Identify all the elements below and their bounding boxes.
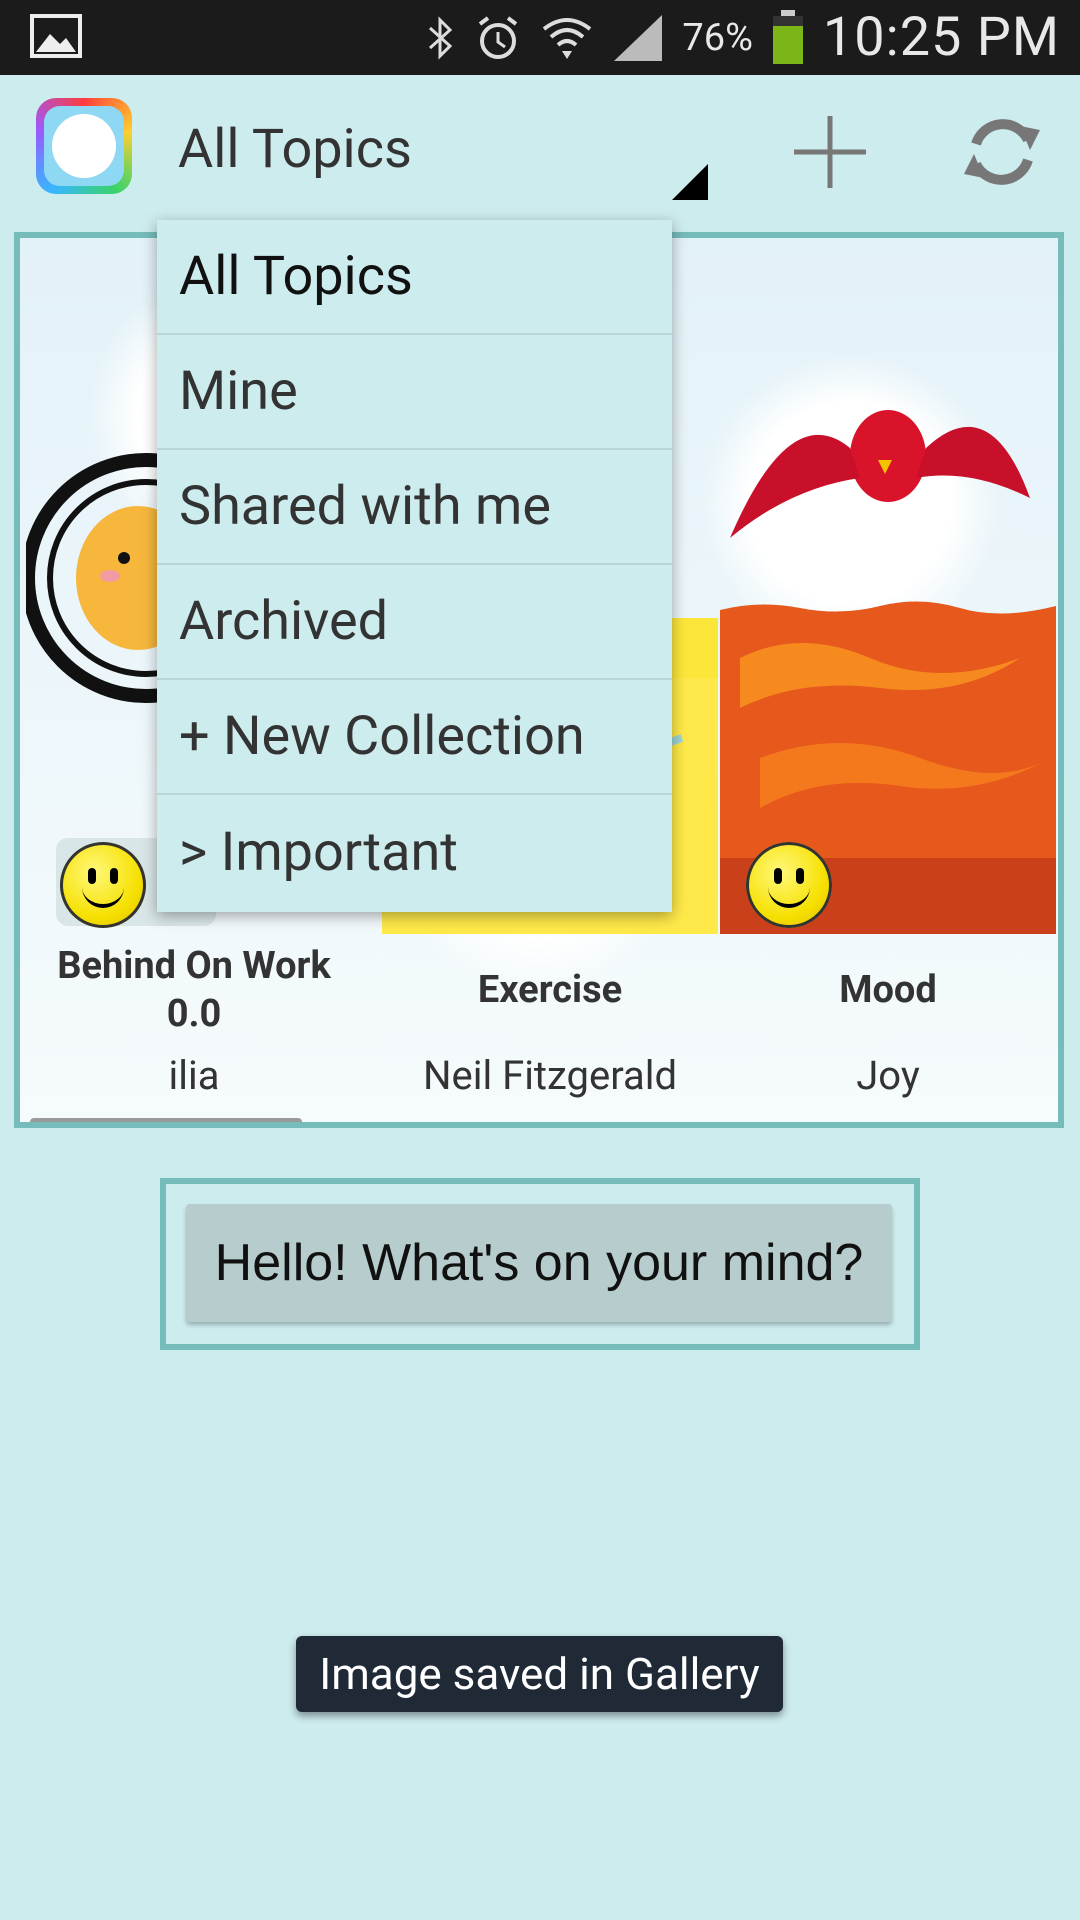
gallery-icon (30, 14, 82, 58)
menu-item-new-collection[interactable]: + New Collection (157, 680, 672, 795)
horizontal-scrollbar[interactable] (30, 1118, 302, 1122)
topic-card-score: 0.0 (166, 992, 222, 1036)
battery-percentage: 76% (682, 15, 753, 60)
topic-selector[interactable]: All Topics (178, 118, 412, 181)
add-icon[interactable] (790, 112, 870, 192)
menu-item-archived[interactable]: Archived (157, 565, 672, 680)
app-logo (36, 98, 132, 194)
menu-item-important[interactable]: > Important (157, 795, 672, 910)
menu-item-mine[interactable]: Mine (157, 335, 672, 450)
menu-item-shared-with-me[interactable]: Shared with me (157, 450, 672, 565)
compose-button[interactable]: Hello! What's on your mind? (186, 1204, 892, 1322)
clock: 10:25 PM (822, 6, 1060, 69)
mood-smiley-icon (60, 842, 146, 928)
bluetooth-icon (429, 15, 453, 60)
topic-card-owner: ilia (168, 1052, 220, 1099)
dropdown-indicator-icon (672, 164, 708, 200)
topic-card-owner: Joy (856, 1052, 920, 1099)
status-icons: 76% 10:25 PM (426, 0, 1060, 75)
status-bar: 76% 10:25 PM (0, 0, 1080, 75)
toast-message: Image saved in Gallery (296, 1636, 783, 1712)
topic-card-title: Exercise (477, 968, 623, 1012)
alarm-icon (479, 15, 518, 59)
battery-icon (772, 9, 803, 64)
signal-icon (614, 14, 663, 61)
topic-card-title: Behind On Work (57, 944, 331, 988)
topic-card-image (720, 410, 1056, 934)
refresh-icon[interactable] (958, 108, 1046, 196)
wifi-icon (543, 17, 592, 59)
topic-card-owner: Neil Fitzgerald (422, 1052, 678, 1099)
topic-card-title: Mood (839, 968, 937, 1012)
mood-smiley-icon (746, 842, 832, 928)
topics-dropdown-menu: All Topics Mine Shared with me Archived … (157, 220, 672, 912)
topic-card[interactable]: Mood Joy (720, 238, 1056, 1122)
menu-item-all-topics[interactable]: All Topics (157, 220, 672, 335)
